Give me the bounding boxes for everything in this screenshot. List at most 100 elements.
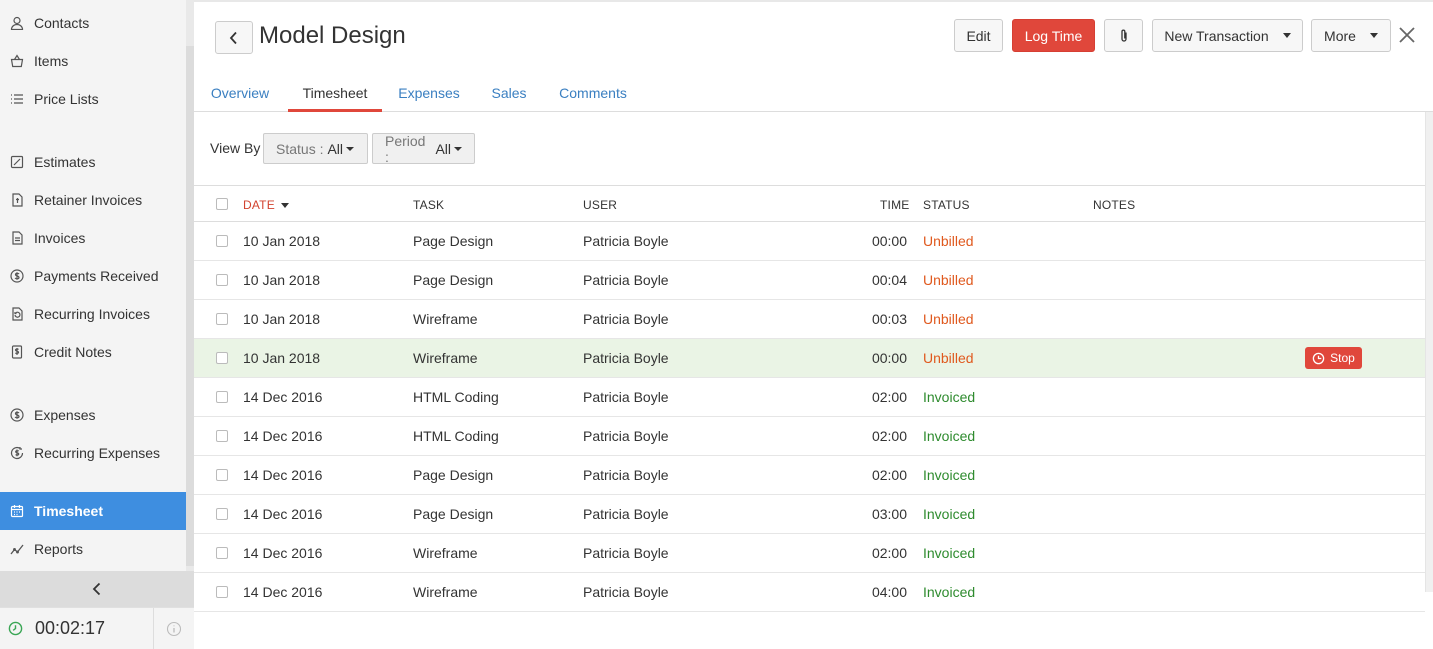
row-time: 04:00: [871, 584, 907, 600]
sidebar-item-invoices[interactable]: Invoices: [0, 219, 186, 257]
column-header-date[interactable]: DATE: [243, 198, 289, 212]
row-date: 10 Jan 2018: [243, 233, 321, 249]
row-checkbox[interactable]: [216, 508, 228, 520]
retainer-invoices-icon: [9, 193, 24, 208]
table-row[interactable]: 14 Dec 2016 HTML Coding Patricia Boyle 02:0…: [194, 417, 1425, 456]
table-row[interactable]: 10 Jan 2018 Page Design Patricia Boyle 00:0…: [194, 261, 1425, 300]
select-all-checkbox[interactable]: [216, 198, 228, 210]
row-user: Patricia Boyle: [583, 506, 669, 522]
row-checkbox[interactable]: [216, 274, 228, 286]
table-row[interactable]: 14 Dec 2016 Page Design Patricia Boyle 02:0…: [194, 456, 1425, 495]
row-task: Wireframe: [413, 545, 478, 561]
sidebar-item-label: Recurring Expenses: [34, 445, 161, 461]
estimates-icon: [9, 155, 24, 170]
row-date: 14 Dec 2016: [243, 389, 323, 405]
sidebar-item-payments-received[interactable]: Payments Received: [0, 257, 186, 295]
table-row[interactable]: 10 Jan 2018 Wireframe Patricia Boyle 00:03 U…: [194, 300, 1425, 339]
period-filter-dropdown[interactable]: Period : All: [372, 133, 475, 165]
edit-button[interactable]: Edit: [954, 19, 1003, 52]
status-filter-dropdown[interactable]: Status : All: [263, 133, 368, 164]
row-date: 10 Jan 2018: [243, 272, 321, 288]
sidebar-item-recurring-invoices[interactable]: Recurring Invoices: [0, 295, 186, 333]
sidebar-item-label: Expenses: [34, 407, 96, 423]
row-task: Page Design: [413, 506, 494, 522]
stop-timer-button[interactable]: Stop: [1305, 347, 1362, 369]
row-checkbox[interactable]: [216, 313, 228, 325]
table-row[interactable]: 14 Dec 2016 HTML Coding Patricia Boyle 02:0…: [194, 378, 1425, 417]
row-checkbox[interactable]: [216, 469, 228, 481]
sidebar-item-label: Recurring Invoices: [34, 306, 150, 322]
attachment-button[interactable]: [1104, 19, 1143, 52]
table-row[interactable]: 10 Jan 2018 Page Design Patricia Boyle 00:0…: [194, 222, 1425, 261]
timesheet-icon: [9, 504, 24, 519]
row-user: Patricia Boyle: [583, 428, 669, 444]
tab-overview[interactable]: Overview: [210, 74, 270, 112]
log-time-button[interactable]: Log Time: [1012, 19, 1095, 52]
sidebar-item-expenses[interactable]: Expenses: [0, 396, 186, 434]
row-date: 14 Dec 2016: [243, 506, 323, 522]
tab-bar: Overview Timesheet Expenses Sales Commen…: [194, 74, 1433, 112]
row-date: 14 Dec 2016: [243, 467, 323, 483]
sidebar-item-contacts[interactable]: Contacts: [0, 4, 186, 42]
sidebar-item-retainer-invoices[interactable]: Retainer Invoices: [0, 181, 186, 219]
sidebar-item-reports[interactable]: Reports: [0, 530, 186, 568]
sidebar-item-recurring-expenses[interactable]: Recurring Expenses: [0, 434, 186, 472]
row-status: Invoiced: [923, 389, 976, 405]
table-row[interactable]: 14 Dec 2016 Wireframe Patricia Boyle 04:00 I…: [194, 573, 1425, 612]
sidebar-item-timesheet[interactable]: Timesheet: [0, 492, 186, 530]
row-date: 14 Dec 2016: [243, 545, 323, 561]
row-status: Invoiced: [923, 428, 976, 444]
row-user: Patricia Boyle: [583, 584, 669, 600]
timer-bar: 00:02:17: [0, 607, 194, 649]
price-lists-icon: [9, 92, 24, 107]
close-icon[interactable]: [1397, 25, 1417, 45]
row-date: 10 Jan 2018: [243, 350, 321, 366]
row-status: Unbilled: [923, 311, 974, 327]
more-dropdown[interactable]: More: [1311, 19, 1391, 52]
contacts-icon: [9, 16, 24, 31]
row-checkbox[interactable]: [216, 430, 228, 442]
table-row[interactable]: 14 Dec 2016 Page Design Patricia Boyle 03:0…: [194, 495, 1425, 534]
sidebar-item-label: Invoices: [34, 230, 86, 246]
row-checkbox[interactable]: [216, 235, 228, 247]
sidebar-item-label: Estimates: [34, 154, 96, 170]
sidebar-item-items[interactable]: Items: [0, 42, 186, 80]
sidebar-scrollbar-thumb[interactable]: [186, 46, 194, 566]
tab-sales[interactable]: Sales: [491, 74, 527, 112]
running-timer[interactable]: 00:02:17: [35, 618, 105, 639]
row-date: 10 Jan 2018: [243, 311, 321, 327]
collapse-sidebar-button[interactable]: [0, 571, 194, 607]
table-row[interactable]: 10 Jan 2018 Wireframe Patricia Boyle 00:00 U…: [194, 339, 1425, 378]
caret-down-icon: [1282, 33, 1291, 38]
table-row[interactable]: 14 Dec 2016 Wireframe Patricia Boyle 02:00 I…: [194, 534, 1425, 573]
column-header-user: USER: [583, 198, 618, 212]
info-icon[interactable]: [166, 621, 182, 637]
row-task: Wireframe: [413, 584, 478, 600]
row-checkbox[interactable]: [216, 352, 228, 364]
sidebar-item-credit-notes[interactable]: Credit Notes: [0, 333, 186, 371]
row-task: Wireframe: [413, 311, 478, 327]
tab-timesheet[interactable]: Timesheet: [288, 74, 382, 112]
column-header-task: TASK: [413, 198, 445, 212]
payments-received-icon: [9, 269, 24, 284]
row-task: Page Design: [413, 467, 494, 483]
tab-comments[interactable]: Comments: [558, 74, 628, 112]
sidebar-scrollbar[interactable]: [186, 0, 194, 571]
main-scrollbar[interactable]: [1425, 112, 1433, 592]
row-user: Patricia Boyle: [583, 272, 669, 288]
credit-notes-icon: [9, 345, 24, 360]
row-checkbox[interactable]: [216, 586, 228, 598]
back-button[interactable]: [215, 21, 253, 54]
clock-icon: [8, 621, 23, 636]
sidebar-item-price-lists[interactable]: Price Lists: [0, 80, 186, 118]
row-checkbox[interactable]: [216, 547, 228, 559]
tab-expenses[interactable]: Expenses: [398, 74, 460, 112]
log-time-button-label: Log Time: [1024, 27, 1083, 44]
row-checkbox[interactable]: [216, 391, 228, 403]
row-user: Patricia Boyle: [583, 545, 669, 561]
row-status: Unbilled: [923, 272, 974, 288]
new-transaction-dropdown[interactable]: New Transaction: [1152, 19, 1303, 52]
view-by-label: View By: [210, 140, 261, 156]
sidebar-item-estimates[interactable]: Estimates: [0, 143, 186, 181]
chevron-left-icon: [92, 582, 101, 596]
